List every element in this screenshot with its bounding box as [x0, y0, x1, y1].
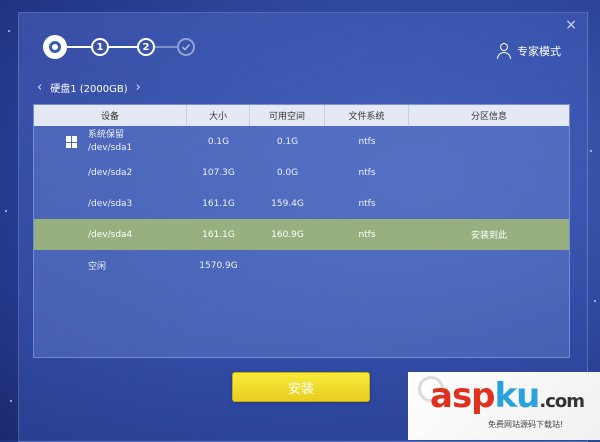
free-cell: 0.0G [276, 167, 299, 178]
star [10, 400, 12, 402]
device-cell: 空闲 [88, 262, 107, 272]
table-row[interactable]: /dev/sda2 107.3G 0.0G ntfs [34, 157, 569, 188]
step-line [155, 46, 177, 48]
size-cell: 107.3G [202, 167, 235, 178]
step-2: 2 [137, 38, 155, 56]
free-cell [250, 250, 325, 281]
partition-info-cell [409, 188, 569, 219]
device-cell: 系统保留 /dev/sda1 [34, 126, 187, 157]
step-complete-check-icon [177, 38, 195, 56]
device-cell: /dev/sda4 [88, 229, 133, 240]
filesystem-cell: ntfs [358, 198, 376, 209]
table-row[interactable]: 空闲 1570.9G [34, 250, 569, 281]
filesystem-cell: ntfs [358, 136, 376, 147]
free-cell: 0.1G [276, 136, 299, 147]
install-button[interactable]: 安装 [232, 372, 370, 402]
device-cell: /dev/sda2 [88, 167, 133, 178]
column-header-filesystem: 文件系统 [325, 105, 409, 126]
windows-icon [66, 136, 78, 148]
step-1: 1 [91, 38, 109, 56]
table-header: 设备 大小 可用空间 文件系统 分区信息 [34, 105, 569, 126]
user-icon [497, 43, 511, 59]
free-cell: 159.4G [271, 198, 304, 209]
table-row-selected[interactable]: /dev/sda4 161.1G 160.9G ntfs 安装到此 [34, 219, 569, 250]
partition-info-cell [409, 126, 569, 157]
size-cell: 1570.9G [199, 260, 238, 271]
partition-info-cell [409, 250, 569, 281]
app-logo-icon [43, 35, 67, 59]
filesystem-cell: ntfs [358, 167, 376, 178]
table-row[interactable]: /dev/sda3 161.1G 159.4G ntfs [34, 188, 569, 219]
star [594, 300, 596, 302]
close-icon[interactable]: × [565, 17, 577, 33]
column-header-free: 可用空间 [250, 105, 325, 126]
disk-selector: ‹ 硬盘1 (2000GB) › [37, 80, 141, 95]
chevron-right-icon[interactable]: › [136, 81, 141, 94]
watermark-tagline: 免费网站源码下载站! [488, 420, 564, 429]
device-path: /dev/sda1 [88, 142, 133, 153]
step-line [109, 46, 137, 48]
disk-label: 硬盘1 (2000GB) [50, 84, 128, 95]
device-cell: /dev/sda3 [88, 198, 133, 209]
step-indicator: 1 2 [43, 35, 195, 59]
column-header-size: 大小 [187, 105, 250, 126]
watermark-brand: aspku.com [430, 376, 585, 416]
column-header-device: 设备 [34, 105, 187, 126]
step-line [67, 46, 91, 48]
device-label: 系统保留 [88, 129, 125, 140]
expert-mode-label: 专家模式 [517, 45, 561, 58]
filesystem-cell [325, 250, 409, 281]
partition-info-cell [409, 157, 569, 188]
size-cell: 0.1G [207, 136, 230, 147]
free-cell: 160.9G [271, 229, 304, 240]
chevron-left-icon[interactable]: ‹ [37, 81, 42, 94]
watermark-logo: aspku.com 免费网站源码下载站! [408, 372, 600, 440]
star [8, 30, 10, 32]
partition-info-cell: 安装到此 [470, 231, 507, 241]
size-cell: 161.1G [202, 198, 235, 209]
table-row[interactable]: 系统保留 /dev/sda1 0.1G 0.1G ntfs [34, 126, 569, 157]
star [5, 210, 7, 212]
filesystem-cell: ntfs [358, 229, 376, 240]
column-header-partition-info: 分区信息 [470, 112, 507, 122]
size-cell: 161.1G [202, 229, 235, 240]
partition-table: 设备 大小 可用空间 文件系统 分区信息 系统保留 /dev/sda1 0.1G… [33, 104, 570, 358]
star [590, 150, 592, 152]
expert-mode-button[interactable]: 专家模式 [497, 43, 561, 59]
